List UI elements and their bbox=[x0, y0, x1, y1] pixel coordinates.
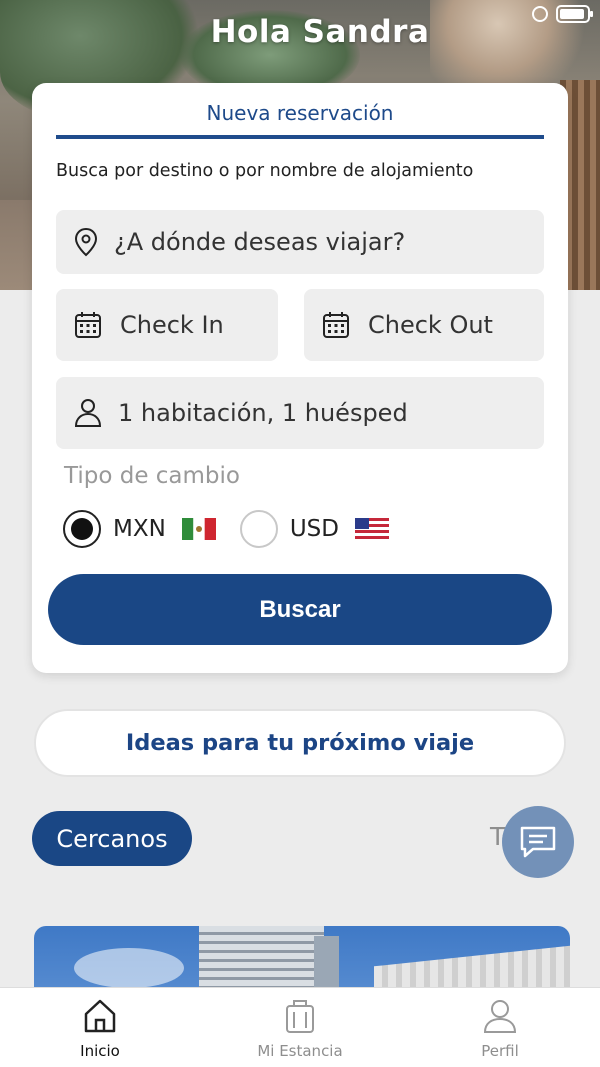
currency-options: MXN USD bbox=[63, 510, 389, 548]
search-button[interactable]: Buscar bbox=[48, 574, 552, 645]
nav-perfil[interactable]: Perfil bbox=[400, 998, 600, 1060]
currency-label: Tipo de cambio bbox=[64, 463, 240, 489]
sky-cloud bbox=[74, 948, 184, 988]
usd-radio[interactable] bbox=[239, 510, 278, 548]
profile-icon bbox=[483, 1000, 517, 1033]
mxn-radio[interactable] bbox=[63, 510, 101, 548]
tab-active-indicator bbox=[56, 135, 544, 139]
usd-label: USD bbox=[289, 516, 339, 542]
nav-label-perfil: Perfil bbox=[481, 1042, 519, 1060]
booking-card: Nueva reservación Busca por destino o po… bbox=[32, 83, 568, 673]
mxn-label: MXN bbox=[113, 516, 166, 542]
person-icon bbox=[74, 399, 102, 427]
nav-inicio[interactable]: Inicio bbox=[0, 998, 200, 1060]
usa-flag-icon bbox=[354, 518, 389, 540]
destination-field[interactable]: ¿A dónde deseas viajar? bbox=[56, 210, 544, 274]
check-in-field[interactable]: Check In bbox=[56, 289, 278, 361]
location-pin-icon bbox=[74, 227, 98, 257]
nav-label-mi-estancia: Mi Estancia bbox=[257, 1042, 343, 1060]
check-out-label: Check Out bbox=[368, 311, 493, 339]
destination-placeholder: ¿A dónde deseas viajar? bbox=[114, 228, 406, 256]
guests-label: 1 habitación, 1 huésped bbox=[118, 399, 408, 427]
home-icon bbox=[84, 999, 116, 1033]
luggage-icon bbox=[286, 1000, 314, 1033]
chat-button[interactable] bbox=[502, 806, 574, 878]
chat-icon bbox=[520, 826, 556, 858]
tab-nueva-reservacion[interactable]: Nueva reservación bbox=[56, 101, 544, 125]
ideas-button[interactable]: Ideas para tu próximo viaje bbox=[34, 709, 566, 777]
calendar-icon bbox=[323, 312, 349, 338]
calendar-icon bbox=[75, 312, 101, 338]
guests-field[interactable]: 1 habitación, 1 huésped bbox=[56, 377, 544, 449]
check-out-field[interactable]: Check Out bbox=[304, 289, 544, 361]
bottom-nav: Inicio Mi Estancia Perfil bbox=[0, 987, 600, 1067]
mexico-flag-icon bbox=[181, 518, 216, 540]
check-in-label: Check In bbox=[120, 311, 224, 339]
nav-label-inicio: Inicio bbox=[80, 1042, 120, 1060]
search-subtitle: Busca por destino o por nombre de alojam… bbox=[56, 161, 474, 181]
nav-mi-estancia[interactable]: Mi Estancia bbox=[200, 998, 400, 1060]
filter-cercanos[interactable]: Cercanos bbox=[32, 811, 192, 866]
greeting-title: Hola Sandra bbox=[210, 14, 430, 50]
